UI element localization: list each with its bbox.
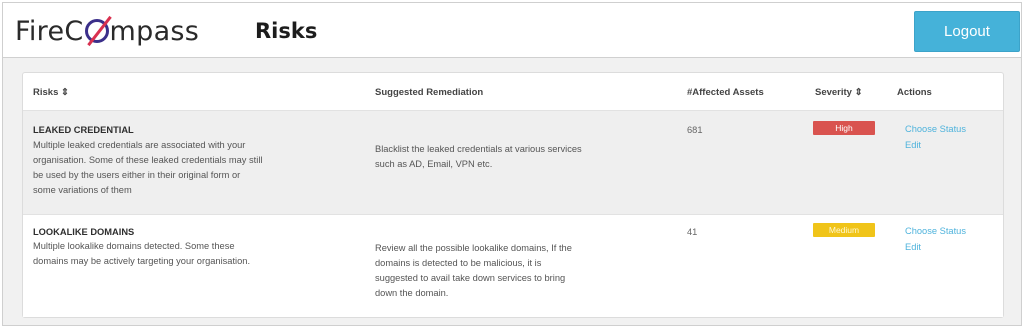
risks-table: Risks ⇕ Suggested Remediation #Affected … xyxy=(22,72,1004,318)
remediation-line: suggested to avail take down services to… xyxy=(375,273,566,283)
column-header-risks[interactable]: Risks ⇕ xyxy=(33,87,69,98)
table-row: LEAKED CREDENTIAL Multiple leaked creden… xyxy=(23,111,1003,215)
choose-status-link[interactable]: Choose Status xyxy=(905,224,966,239)
table-header: Risks ⇕ Suggested Remediation #Affected … xyxy=(23,73,1003,111)
affected-assets-count: 41 xyxy=(687,227,698,237)
brand-text-right: mpass xyxy=(109,15,200,47)
risk-name: LOOKALIKE DOMAINS xyxy=(33,227,135,237)
remediation-line: domains is detected to be malicious, it … xyxy=(375,258,542,268)
firecompass-logo: FireC mpass xyxy=(15,13,199,49)
app-header: FireC mpass Risks Logout xyxy=(3,3,1021,58)
risk-description: Multiple lookalike domains detected. Som… xyxy=(33,239,333,269)
column-header-remediation: Suggested Remediation xyxy=(375,87,484,98)
remediation-line: such as AD, Email, VPN etc. xyxy=(375,159,493,169)
severity-badge: Medium xyxy=(813,223,875,237)
description-line: some variations of them xyxy=(33,185,132,195)
risk-description: Multiple leaked credentials are associat… xyxy=(33,138,333,198)
choose-status-link[interactable]: Choose Status xyxy=(905,122,966,137)
column-header-affected-assets: #Affected Assets xyxy=(687,87,764,98)
description-line: Multiple lookalike domains detected. Som… xyxy=(33,241,235,251)
remediation-line: down the domain. xyxy=(375,288,449,298)
risk-remediation: Blacklist the leaked credentials at vari… xyxy=(375,142,665,172)
remediation-line: Blacklist the leaked credentials at vari… xyxy=(375,144,582,154)
column-header-actions: Actions xyxy=(897,87,932,98)
description-line: be used by the users either in their ori… xyxy=(33,170,241,180)
description-line: Multiple leaked credentials are associat… xyxy=(33,140,246,150)
risk-remediation: Review all the possible lookalike domain… xyxy=(375,241,665,301)
table-row: LOOKALIKE DOMAINS Multiple lookalike dom… xyxy=(23,215,1003,317)
column-header-severity[interactable]: Severity ⇕ xyxy=(815,87,863,98)
edit-link[interactable]: Edit xyxy=(905,240,921,255)
severity-badge: High xyxy=(813,121,875,135)
firecompass-logo-icon xyxy=(84,19,109,43)
description-line: organisation. Some of these leaked crede… xyxy=(33,155,263,165)
risk-name: LEAKED CREDENTIAL xyxy=(33,125,134,135)
affected-assets-count: 681 xyxy=(687,125,703,135)
page-title: Risks xyxy=(255,19,318,43)
edit-link[interactable]: Edit xyxy=(905,138,921,153)
brand-text-left: FireC xyxy=(15,15,84,47)
logout-button[interactable]: Logout xyxy=(914,11,1020,52)
remediation-line: Review all the possible lookalike domain… xyxy=(375,243,572,253)
description-line: domains may be actively targeting your o… xyxy=(33,256,251,266)
